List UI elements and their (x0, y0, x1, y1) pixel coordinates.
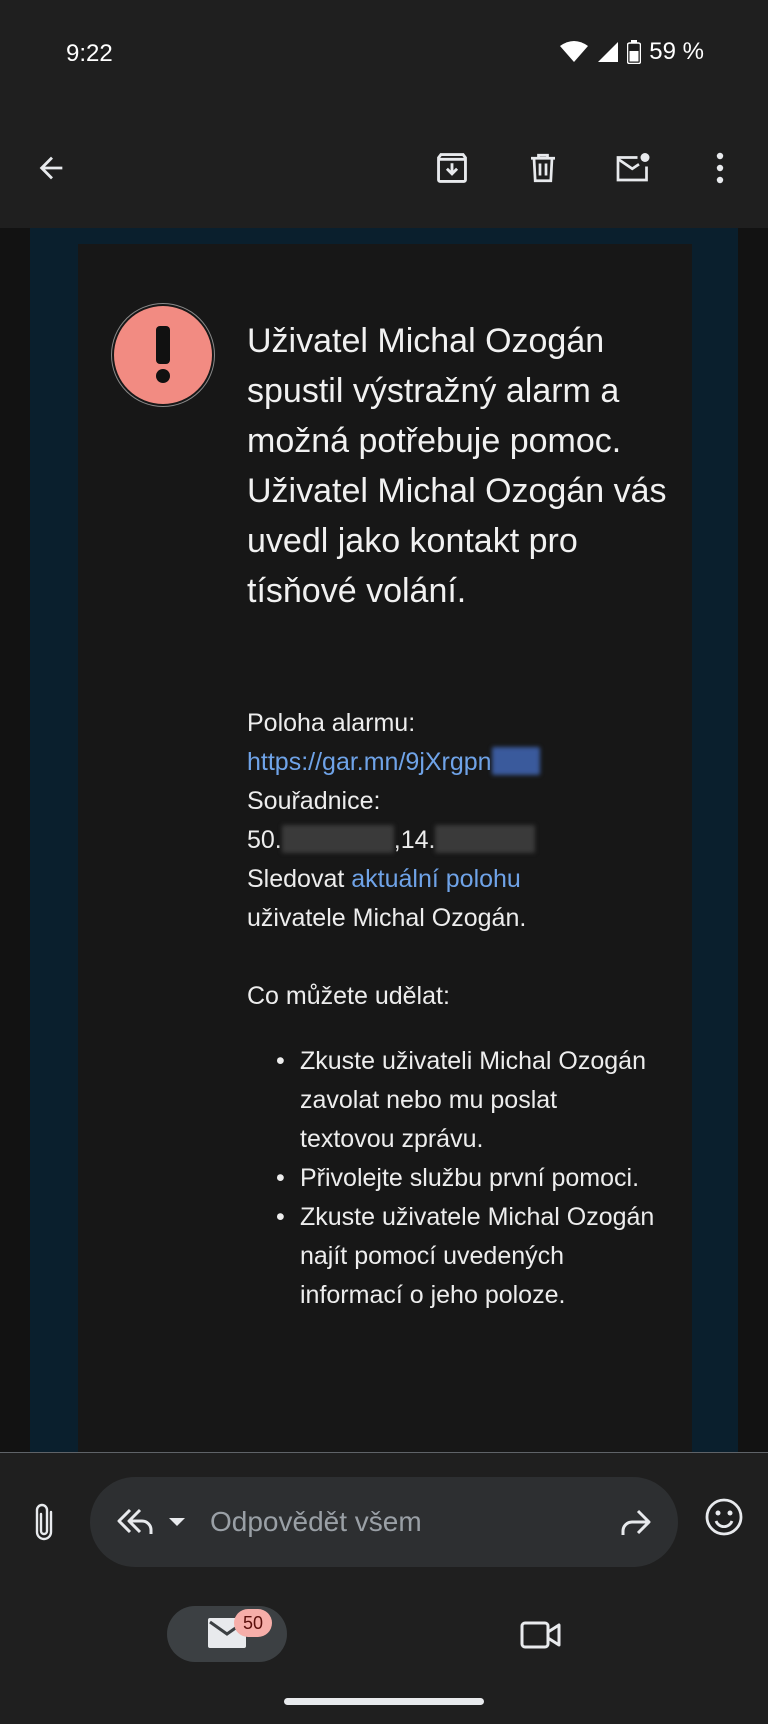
location-label: Poloha alarmu: (247, 709, 416, 737)
redacted-longitude (435, 825, 536, 853)
mail-tab[interactable]: 50 (167, 1606, 287, 1662)
status-icons: 59 % (559, 38, 704, 66)
back-button[interactable] (25, 142, 77, 194)
dropdown-arrow-icon[interactable] (166, 1511, 188, 1533)
list-item: Přivolejte službu první pomoci. (276, 1159, 656, 1198)
video-call-icon[interactable] (520, 1620, 562, 1650)
track-location-link[interactable]: aktuální polohu (351, 865, 521, 893)
what-you-can-do-heading: Co můžete udělat: (247, 982, 450, 1010)
back-arrow-icon (39, 156, 63, 180)
alert-icon (114, 306, 212, 404)
list-item: Zkuste uživatele Michal Ozogán najít pom… (276, 1198, 656, 1315)
unread-count-badge: 50 (234, 1609, 272, 1637)
exclamation-icon (156, 326, 170, 383)
home-indicator[interactable] (284, 1698, 484, 1705)
archive-icon (437, 153, 467, 183)
coordinates-value: 50. ,14. (247, 821, 667, 860)
reply-all-icon (117, 1508, 153, 1534)
mark-unread-icon (616, 153, 650, 182)
coordinates-label: Souřadnice: (247, 787, 381, 815)
attach-button[interactable] (24, 1499, 64, 1547)
battery-icon (627, 40, 642, 64)
more-options-button[interactable] (694, 142, 746, 194)
delete-icon (531, 153, 555, 183)
cell-signal-icon (598, 42, 619, 62)
reply-all-field[interactable]: Odpovědět všem (90, 1477, 678, 1567)
track-line: Sledovat aktuální polohu (247, 860, 667, 899)
track-prefix: Sledovat (247, 865, 345, 893)
email-toolbar (0, 110, 768, 228)
coord-separator: ,14. (393, 826, 436, 854)
coord-lat-prefix: 50. (247, 826, 282, 854)
location-link[interactable]: https://gar.mn/9jXrgpn (247, 748, 492, 776)
forward-icon[interactable] (616, 1503, 656, 1541)
reply-bar: Odpovědět všem (0, 1453, 768, 1588)
redacted-link-part (491, 747, 540, 775)
archive-button[interactable] (426, 142, 478, 194)
mark-unread-button[interactable] (607, 142, 659, 194)
location-line: https://gar.mn/9jXrgpn (247, 743, 667, 782)
status-bar: 9:22 59 % (0, 0, 768, 110)
paperclip-icon (35, 1503, 53, 1541)
steps-list: Zkuste uživateli Michal Ozogán zavolat n… (276, 1042, 656, 1315)
redacted-latitude (281, 825, 394, 853)
wifi-icon (560, 41, 589, 62)
reply-all-placeholder: Odpovědět všem (210, 1506, 422, 1537)
alert-headline: Uživatel Michal Ozogán spustil výstražný… (247, 322, 667, 610)
more-vert-icon (716, 152, 724, 184)
email-body: Uživatel Michal Ozogán spustil výstražný… (0, 228, 768, 1452)
alert-details: Poloha alarmu: https://gar.mn/9jXrgpn So… (247, 704, 667, 1016)
battery-percent: 59 % (649, 38, 704, 65)
delete-button[interactable] (517, 142, 569, 194)
track-suffix: uživatele Michal Ozogán. (247, 904, 527, 932)
emoji-icon[interactable] (704, 1497, 744, 1537)
status-time: 9:22 (66, 40, 113, 67)
bottom-navigation: 50 (0, 1588, 768, 1724)
email-card: Uživatel Michal Ozogán spustil výstražný… (78, 244, 692, 1452)
email-frame: Uživatel Michal Ozogán spustil výstražný… (30, 228, 738, 1452)
list-item: Zkuste uživateli Michal Ozogán zavolat n… (276, 1042, 656, 1159)
